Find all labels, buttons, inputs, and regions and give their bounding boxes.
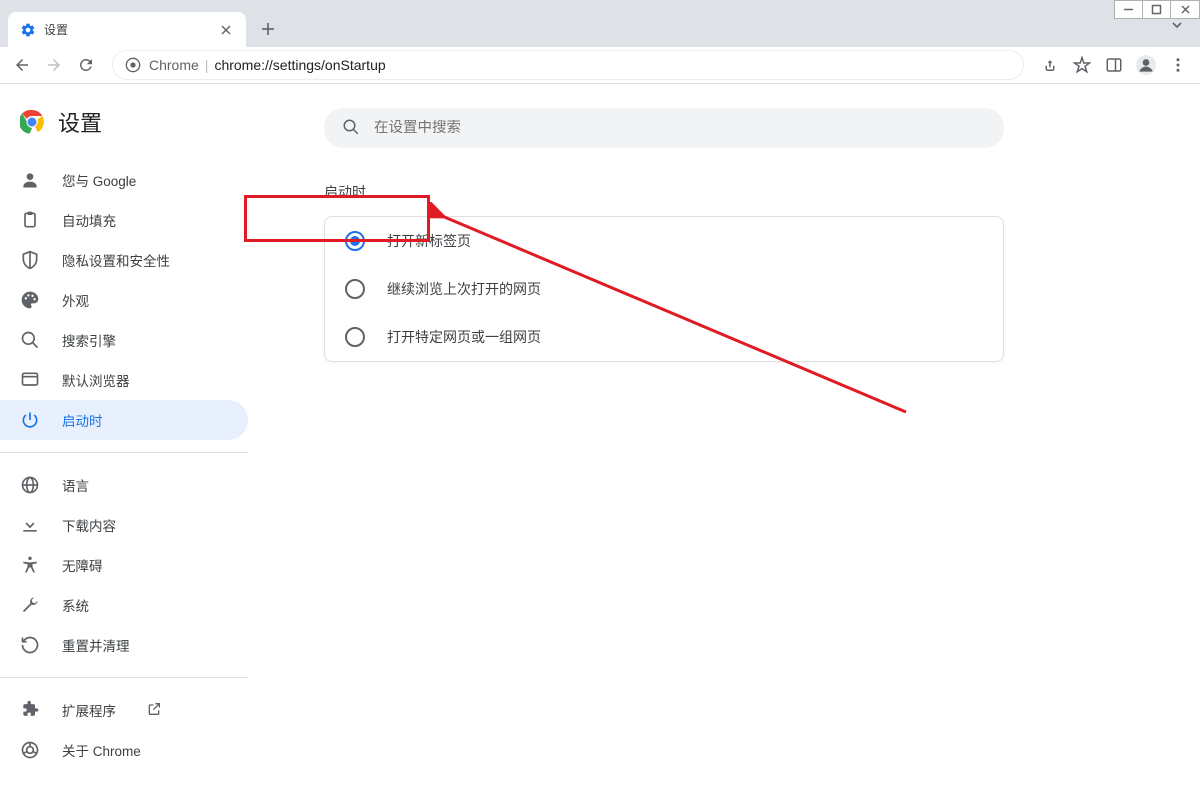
extension-icon — [20, 700, 40, 720]
shield-icon — [20, 250, 40, 270]
nav-item[interactable]: 隐私设置和安全性 — [0, 240, 248, 280]
profile-icon[interactable] — [1132, 51, 1160, 79]
search-box[interactable] — [324, 108, 1004, 148]
address-bar-url: chrome://settings/onStartup — [214, 57, 385, 73]
nav-item[interactable]: 无障碍 — [0, 545, 248, 585]
window-controls — [1114, 0, 1200, 19]
download-icon — [20, 515, 40, 535]
person-icon — [20, 170, 40, 190]
accessibility-icon — [20, 555, 40, 575]
tab-strip: 设置 — [0, 0, 1200, 47]
nav-item[interactable]: 关于 Chrome — [0, 730, 248, 770]
open-external-icon — [146, 701, 162, 720]
nav-list: 您与 Google 自动填充隐私设置和安全性外观搜索引擎默认浏览器启动时语言下载内… — [0, 154, 248, 770]
globe-icon — [20, 475, 40, 495]
nav-item[interactable]: 外观 — [0, 280, 248, 320]
chrome-icon — [20, 740, 40, 760]
nav-item[interactable]: 语言 — [0, 465, 248, 505]
nav-item[interactable]: 搜索引擎 — [0, 320, 248, 360]
nav-label: 下载内容 — [62, 515, 116, 535]
radio-label: 打开特定网页或一组网页 — [387, 327, 541, 347]
nav-divider — [0, 452, 248, 453]
browser-icon — [20, 370, 40, 390]
nav-item[interactable]: 扩展程序 — [0, 690, 248, 730]
nav-item[interactable]: 自动填充 — [0, 200, 248, 240]
radio-icon — [345, 327, 365, 347]
gear-icon — [20, 22, 36, 38]
new-tab-button[interactable] — [254, 15, 282, 43]
nav-item[interactable]: 您与 Google — [0, 160, 248, 200]
power-icon — [20, 410, 40, 430]
main-content: 启动时 打开新标签页继续浏览上次打开的网页打开特定网页或一组网页 — [248, 84, 1200, 802]
nav-label: 系统 — [62, 595, 89, 615]
nav-label: 关于 Chrome — [62, 740, 141, 760]
side-panel-icon[interactable] — [1100, 51, 1128, 79]
reset-icon — [20, 635, 40, 655]
search-icon — [20, 330, 40, 350]
radio-option[interactable]: 打开特定网页或一组网页 — [325, 313, 1003, 361]
toolbar: Chrome|chrome://settings/onStartup — [0, 47, 1200, 84]
forward-button[interactable] — [40, 51, 68, 79]
reload-button[interactable] — [72, 51, 100, 79]
tab-list-dropdown-icon[interactable] — [1170, 18, 1184, 35]
nav-item[interactable]: 重置并清理 — [0, 625, 248, 665]
nav-label: 隐私设置和安全性 — [62, 250, 170, 270]
nav-item[interactable]: 系统 — [0, 585, 248, 625]
radio-icon — [345, 231, 365, 251]
palette-icon — [20, 290, 40, 310]
search-input[interactable] — [374, 120, 986, 136]
page-body: 设置 您与 Google自动填充隐私设置和安全性外观搜索引擎默认浏览器启动时语言… — [0, 84, 1200, 802]
chrome-page-icon — [125, 57, 141, 73]
radio-label: 继续浏览上次打开的网页 — [387, 279, 541, 299]
nav-label: 扩展程序 — [62, 700, 116, 720]
share-icon[interactable] — [1036, 51, 1064, 79]
nav-label: 自动填充 — [62, 210, 116, 230]
back-button[interactable] — [8, 51, 36, 79]
nav-label: 语言 — [62, 475, 89, 495]
startup-options-card: 打开新标签页继续浏览上次打开的网页打开特定网页或一组网页 — [324, 216, 1004, 362]
section-title: 启动时 — [324, 182, 1200, 202]
address-bar-product: Chrome — [149, 57, 199, 73]
sidebar: 设置 您与 Google 自动填充隐私设置和安全性外观搜索引擎默认浏览器启动时语言… — [0, 84, 248, 802]
page-header: 设置 — [0, 106, 248, 154]
minimize-button[interactable] — [1115, 1, 1143, 18]
nav-label: 外观 — [62, 290, 89, 310]
nav-item[interactable]: 下载内容 — [0, 505, 248, 545]
nav-label: 启动时 — [62, 410, 103, 430]
nav-label: 您与 Google — [62, 170, 136, 190]
tab-title: 设置 — [44, 21, 210, 38]
browser-tab[interactable]: 设置 — [8, 12, 246, 47]
radio-label: 打开新标签页 — [387, 231, 471, 251]
address-bar-text: Chrome|chrome://settings/onStartup — [149, 57, 386, 73]
page-title: 设置 — [58, 106, 102, 138]
nav-item[interactable]: 启动时 — [0, 400, 248, 440]
radio-option[interactable]: 打开新标签页 — [325, 217, 1003, 265]
menu-icon[interactable] — [1164, 51, 1192, 79]
nav-label: 重置并清理 — [62, 635, 130, 655]
nav-item[interactable]: 默认浏览器 — [0, 360, 248, 400]
bookmark-icon[interactable] — [1068, 51, 1096, 79]
radio-icon — [345, 279, 365, 299]
maximize-button[interactable] — [1143, 1, 1171, 18]
chrome-logo-icon — [20, 110, 44, 134]
wrench-icon — [20, 595, 40, 615]
nav-label: 无障碍 — [62, 555, 103, 575]
nav-label: 默认浏览器 — [62, 370, 130, 390]
address-bar[interactable]: Chrome|chrome://settings/onStartup — [112, 50, 1024, 80]
close-tab-icon[interactable] — [218, 22, 234, 38]
search-icon — [342, 118, 360, 139]
nav-label: 搜索引擎 — [62, 330, 116, 350]
close-window-button[interactable] — [1171, 1, 1199, 18]
nav-divider — [0, 677, 248, 678]
clipboard-icon — [20, 210, 40, 230]
radio-option[interactable]: 继续浏览上次打开的网页 — [325, 265, 1003, 313]
